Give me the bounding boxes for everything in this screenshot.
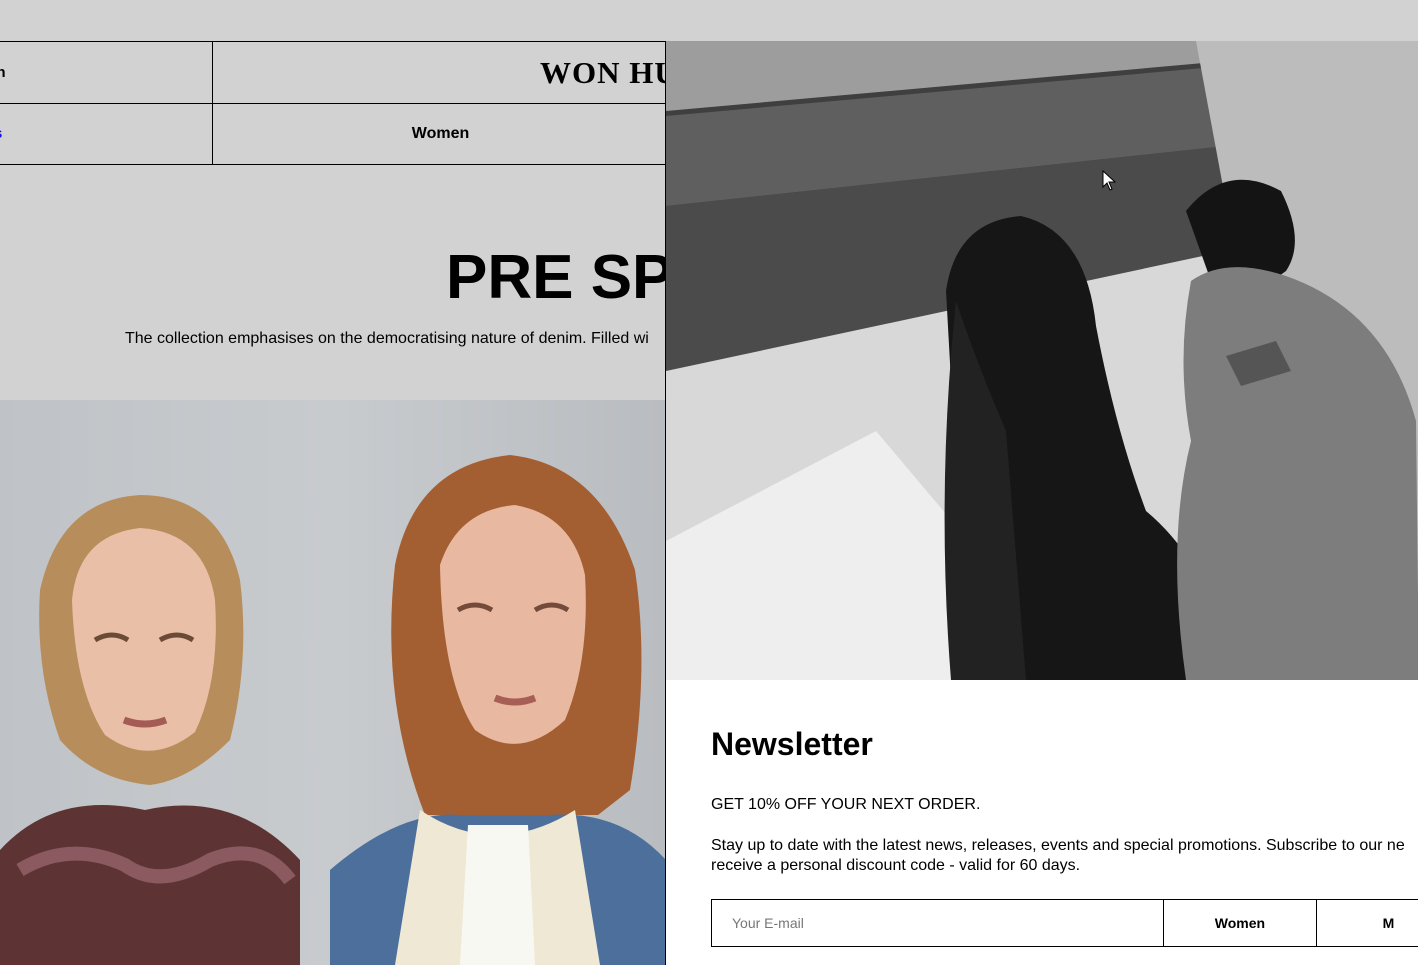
hero-description: The collection emphasises on the democra…	[125, 330, 649, 347]
mouse-cursor-icon	[1102, 170, 1116, 191]
nav-link[interactable]: s	[0, 125, 2, 142]
model-right-photo	[330, 455, 666, 965]
newsletter-photo	[666, 41, 1418, 680]
nav-women-link[interactable]: Women	[412, 125, 469, 143]
model-left-photo	[0, 495, 300, 965]
newsletter-offer: GET 10% OFF YOUR NEXT ORDER.	[711, 796, 981, 813]
women-button[interactable]: Women	[1164, 900, 1317, 946]
newsletter-title: Newsletter	[711, 726, 873, 762]
newsletter-image	[666, 41, 1418, 680]
header-row-nav: s Women	[0, 103, 666, 165]
hero-image[interactable]	[0, 400, 666, 965]
hero-title: PRE SP	[446, 243, 674, 312]
nav-women-cell[interactable]: Women	[213, 103, 666, 164]
nav-cell-left[interactable]: s	[0, 103, 213, 164]
newsletter-panel: Newsletter GET 10% OFF YOUR NEXT ORDER. …	[665, 41, 1418, 965]
brand-logo[interactable]: WON HU	[540, 55, 678, 91]
search-cell[interactable]: ch	[0, 42, 213, 103]
newsletter-form: Women M	[711, 899, 1418, 947]
newsletter-description: Stay up to date with the latest news, re…	[711, 837, 1405, 874]
men-button[interactable]: M	[1316, 900, 1418, 946]
top-bar	[0, 0, 1418, 42]
email-input[interactable]	[712, 900, 1165, 946]
search-link[interactable]: ch	[0, 64, 6, 81]
